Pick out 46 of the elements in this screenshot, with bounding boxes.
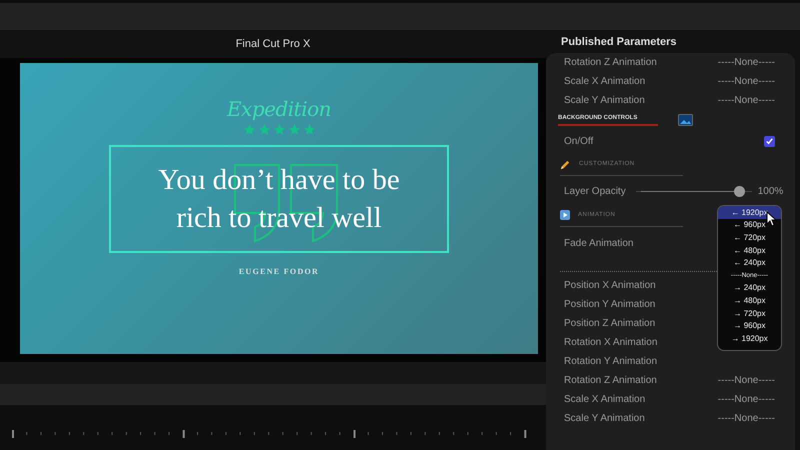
menu-item[interactable]: → 960px (718, 319, 781, 332)
viewer-title: Final Cut Pro X (236, 38, 310, 50)
star-icon (274, 124, 284, 135)
star-icon (304, 124, 314, 135)
quote-author: EUGENE FODOR (238, 267, 320, 276)
parameter-value[interactable]: -----None----- (718, 76, 775, 87)
star-icon (288, 124, 300, 135)
parameter-label: Rotation Z Animation (564, 375, 657, 386)
parameter-label: Scale Y Animation (564, 413, 645, 424)
parameter-value[interactable]: -----None----- (718, 394, 775, 405)
parameter-label: Rotation X Animation (564, 337, 658, 348)
parameter-label: Position Z Animation (564, 318, 656, 329)
menu-item[interactable]: → 720px (718, 306, 781, 320)
panel-title: Published Parameters (561, 36, 677, 48)
parameter-label: Fade Animation (564, 238, 634, 248)
menu-item[interactable]: → 240px (718, 282, 781, 294)
parameter-value[interactable]: -----None----- (718, 413, 775, 424)
parameter-label: Scale X Animation (564, 394, 646, 405)
parameter-label: Scale X Animation (564, 76, 646, 87)
slider-thumb[interactable] (734, 186, 746, 197)
menu-item[interactable]: ← 720px (718, 231, 781, 244)
parameter-value[interactable]: -----None----- (718, 375, 775, 386)
checkbox-label: On/Off (564, 136, 594, 146)
menu-item[interactable]: ← 480px (718, 244, 781, 256)
slider-label: Layer Opacity (564, 186, 626, 197)
checkbox[interactable] (764, 136, 775, 146)
parameter-label: Position Y Animation (564, 299, 656, 310)
play-icon (560, 210, 570, 220)
slide-heading: Expedition (226, 97, 332, 121)
star-icon (244, 124, 254, 135)
parameter-label: Position X Animation (564, 280, 656, 291)
menu-item[interactable]: ← 960px (718, 218, 781, 232)
slider-reading: 100% (758, 186, 784, 197)
image-icon[interactable] (678, 114, 693, 126)
pencil-icon (560, 158, 571, 170)
menu-item[interactable]: → 480px (718, 294, 781, 307)
parameter-label: Scale Y Animation (564, 95, 645, 106)
parameter-value[interactable]: -----None----- (718, 95, 775, 106)
star-icon (258, 124, 270, 135)
parameter-label: Rotation Y Animation (564, 356, 658, 367)
parameter-label: Rotation Z Animation (564, 57, 657, 68)
cursor-icon (766, 211, 777, 227)
menu-item[interactable]: → 1920px (718, 332, 781, 345)
menu-item[interactable]: ← 240px (718, 256, 781, 269)
quote-text: You don’t have to be rich to travel well (157, 163, 401, 236)
parameter-value[interactable]: -----None----- (718, 57, 775, 68)
